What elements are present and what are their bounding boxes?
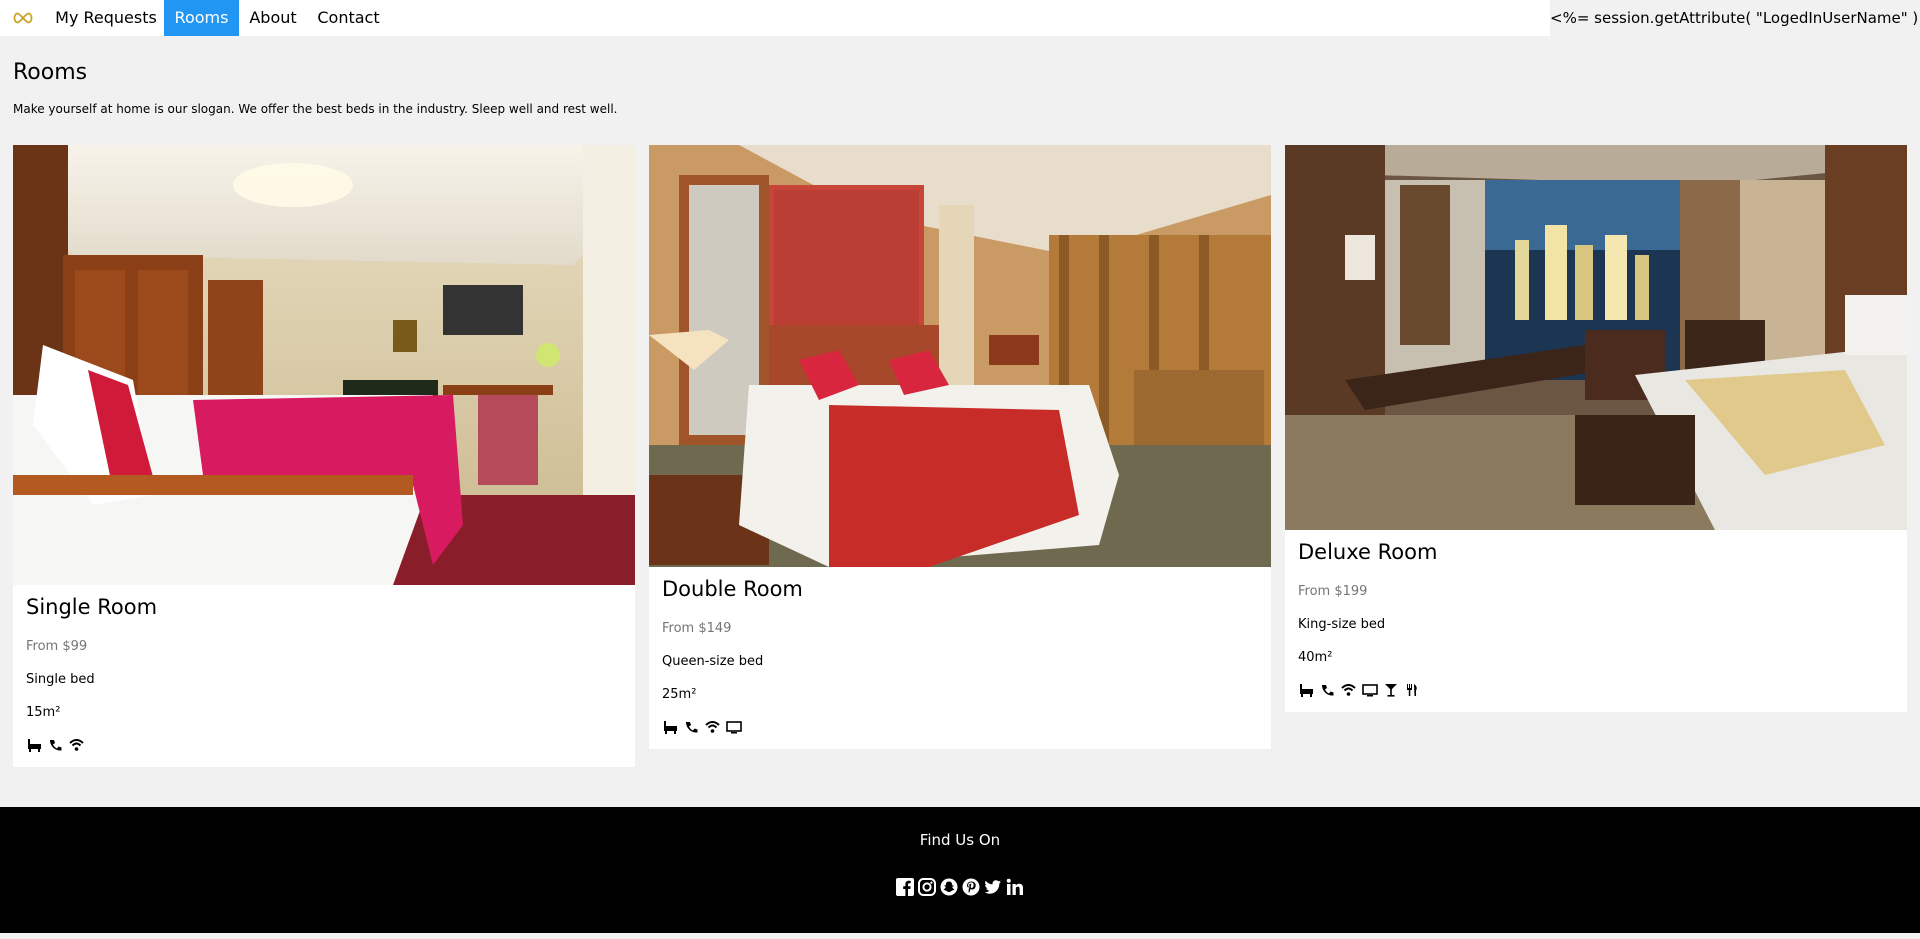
phone-icon (47, 737, 64, 753)
wifi-icon (68, 737, 85, 753)
room-bed-type: King-size bed (1298, 617, 1386, 632)
page-bottom-edge (0, 933, 1920, 939)
room-name: Deluxe Room (1298, 540, 1438, 564)
nav-about[interactable]: About (239, 0, 307, 36)
room-card-double[interactable]: Double Room From $149 Queen-size bed 25m… (649, 145, 1271, 749)
wifi-icon (1340, 682, 1357, 698)
bathtub-icon (26, 737, 43, 753)
facebook-icon[interactable] (896, 877, 915, 896)
room-price: From $149 (662, 621, 732, 636)
room-amenities (1298, 681, 1894, 699)
room-card-single[interactable]: Single Room From $99 Single bed 15m² (13, 145, 635, 767)
room-size: 40m² (1298, 650, 1333, 665)
infinity-logo-icon[interactable] (12, 10, 34, 26)
wifi-icon (704, 719, 721, 735)
page-title: Rooms (13, 60, 88, 85)
phone-icon (1319, 682, 1336, 698)
room-name: Double Room (662, 577, 803, 601)
nav-my-requests[interactable]: My Requests (48, 0, 164, 36)
instagram-icon[interactable] (918, 877, 937, 896)
top-navigation: My Requests Rooms About Contact <%= sess… (0, 0, 1920, 36)
footer-title: Find Us On (919, 831, 1001, 849)
snapchat-icon[interactable] (940, 877, 959, 896)
room-size: 25m² (662, 687, 697, 702)
bathtub-icon (1298, 682, 1315, 698)
room-bed-type: Queen-size bed (662, 654, 764, 669)
linkedin-icon[interactable] (1006, 877, 1025, 896)
phone-icon (683, 719, 700, 735)
room-photo-double (649, 145, 1271, 567)
room-size: 15m² (26, 705, 61, 720)
social-links (0, 877, 1920, 896)
bathtub-icon (662, 719, 679, 735)
nav-rooms[interactable]: Rooms (164, 0, 239, 36)
cocktail-icon (1382, 682, 1399, 698)
room-price: From $99 (26, 639, 88, 654)
room-photo-single (13, 145, 635, 585)
room-name: Single Room (26, 595, 158, 619)
pinterest-icon[interactable] (962, 877, 981, 896)
cutlery-icon (1403, 682, 1420, 698)
room-price: From $199 (1298, 584, 1368, 599)
room-amenities (26, 736, 622, 754)
footer: Find Us On (0, 807, 1920, 933)
logged-in-user-name[interactable]: <%= session.getAttribute( "LogedInUserNa… (1550, 0, 1920, 36)
page-subtitle: Make yourself at home is our slogan. We … (13, 102, 618, 116)
room-bed-type: Single bed (26, 672, 95, 687)
room-amenities (662, 718, 1258, 736)
twitter-icon[interactable] (984, 877, 1003, 896)
tv-icon (1361, 682, 1378, 698)
nav-contact[interactable]: Contact (307, 0, 390, 36)
room-card-deluxe[interactable]: Deluxe Room From $199 King-size bed 40m² (1285, 145, 1907, 712)
room-photo-deluxe (1285, 145, 1907, 530)
tv-icon (725, 719, 742, 735)
